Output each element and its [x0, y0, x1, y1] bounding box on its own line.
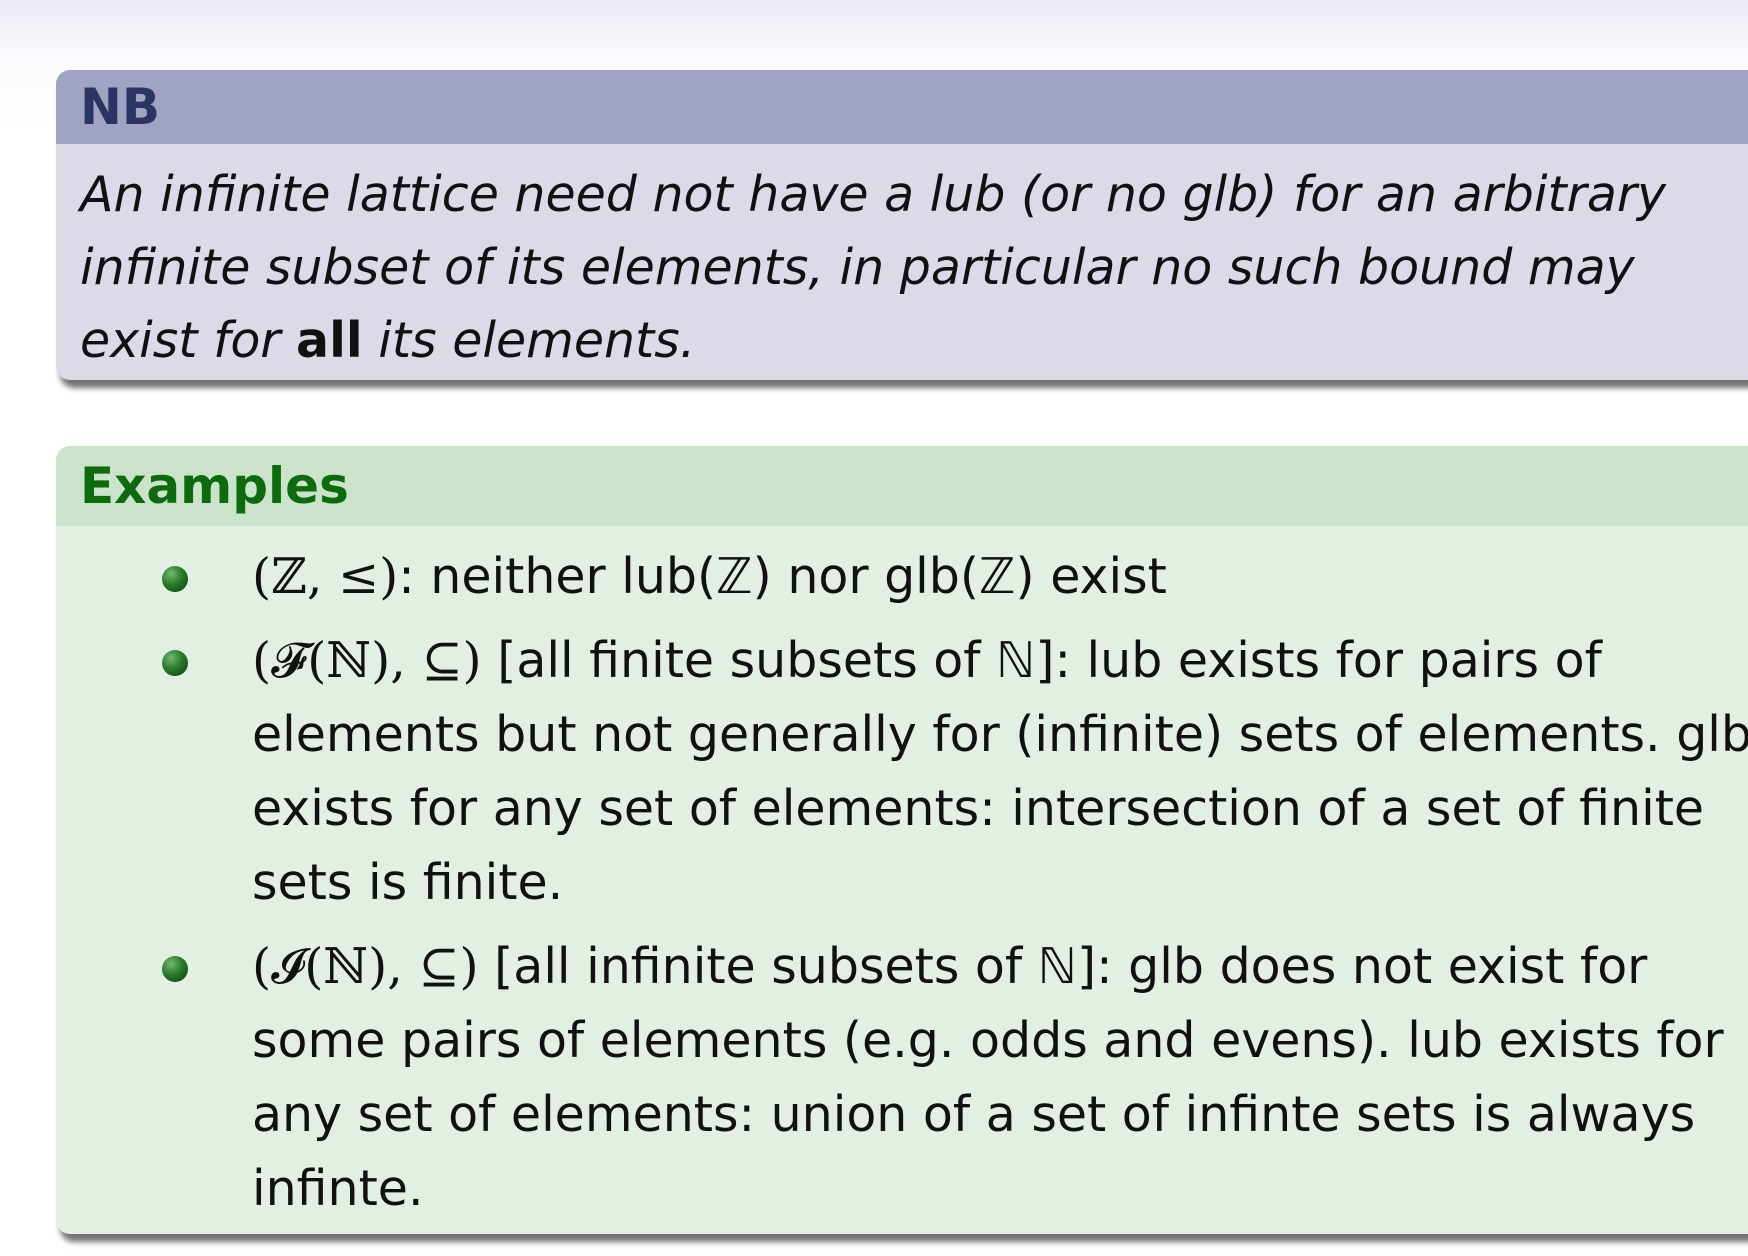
nb-block-body: An infinite lattice need not have a lub … — [56, 144, 1748, 377]
list-item: (ℤ, ≤): neither lub(ℤ) nor glb(ℤ) exist — [80, 540, 1716, 614]
bullet-icon — [162, 566, 188, 592]
example-1-line-1: : neither lub(ℤ) nor glb(ℤ) exist — [398, 548, 1167, 605]
list-item: (𝓕(ℕ), ⊆) [all finite subsets of ℕ]: lub… — [80, 624, 1748, 920]
nb-line-3-bold: all — [296, 312, 363, 369]
nb-text: An infinite lattice need not have a lub … — [80, 158, 1716, 377]
examples-block: Examples (ℤ, ≤): neither lub(ℤ) nor glb(… — [56, 446, 1748, 1234]
example-2-math: (𝓕(ℕ), ⊆) — [252, 632, 482, 689]
examples-block-title: Examples — [56, 446, 1748, 526]
example-3-line-4: infinte. — [252, 1160, 424, 1217]
example-1-math: (ℤ, ≤) — [252, 548, 399, 605]
example-2-line-1: [all finite subsets of ℕ]: lub exists fo… — [481, 632, 1602, 689]
bullet-icon — [162, 650, 188, 676]
nb-line-3-post: its elements. — [362, 312, 696, 369]
examples-list: (ℤ, ≤): neither lub(ℤ) nor glb(ℤ) exist … — [56, 526, 1748, 1226]
nb-line-2: infinite subset of its elements, in part… — [80, 239, 1635, 296]
nb-line-1: An infinite lattice need not have a lub … — [80, 166, 1666, 223]
example-3-line-1: [all infinite subsets of ℕ]: glb does no… — [478, 938, 1648, 995]
example-2-line-3: exists for any set of elements: intersec… — [252, 780, 1705, 837]
nb-block-title: NB — [56, 70, 1748, 144]
example-3-math: (𝓘(ℕ), ⊆) — [252, 938, 479, 995]
example-2-line-4: sets is finite. — [252, 854, 564, 911]
example-2-line-2: elements but not generally for (infinite… — [252, 706, 1748, 763]
list-item: (𝓘(ℕ), ⊆) [all infinite subsets of ℕ]: g… — [80, 930, 1724, 1226]
nb-block: NB An infinite lattice need not have a l… — [56, 70, 1748, 380]
nb-line-3-pre: exist for — [80, 312, 297, 369]
example-3-line-2: some pairs of elements (e.g. odds and ev… — [252, 1012, 1724, 1069]
bullet-icon — [162, 956, 188, 982]
example-3-line-3: any set of elements: union of a set of i… — [252, 1086, 1696, 1143]
